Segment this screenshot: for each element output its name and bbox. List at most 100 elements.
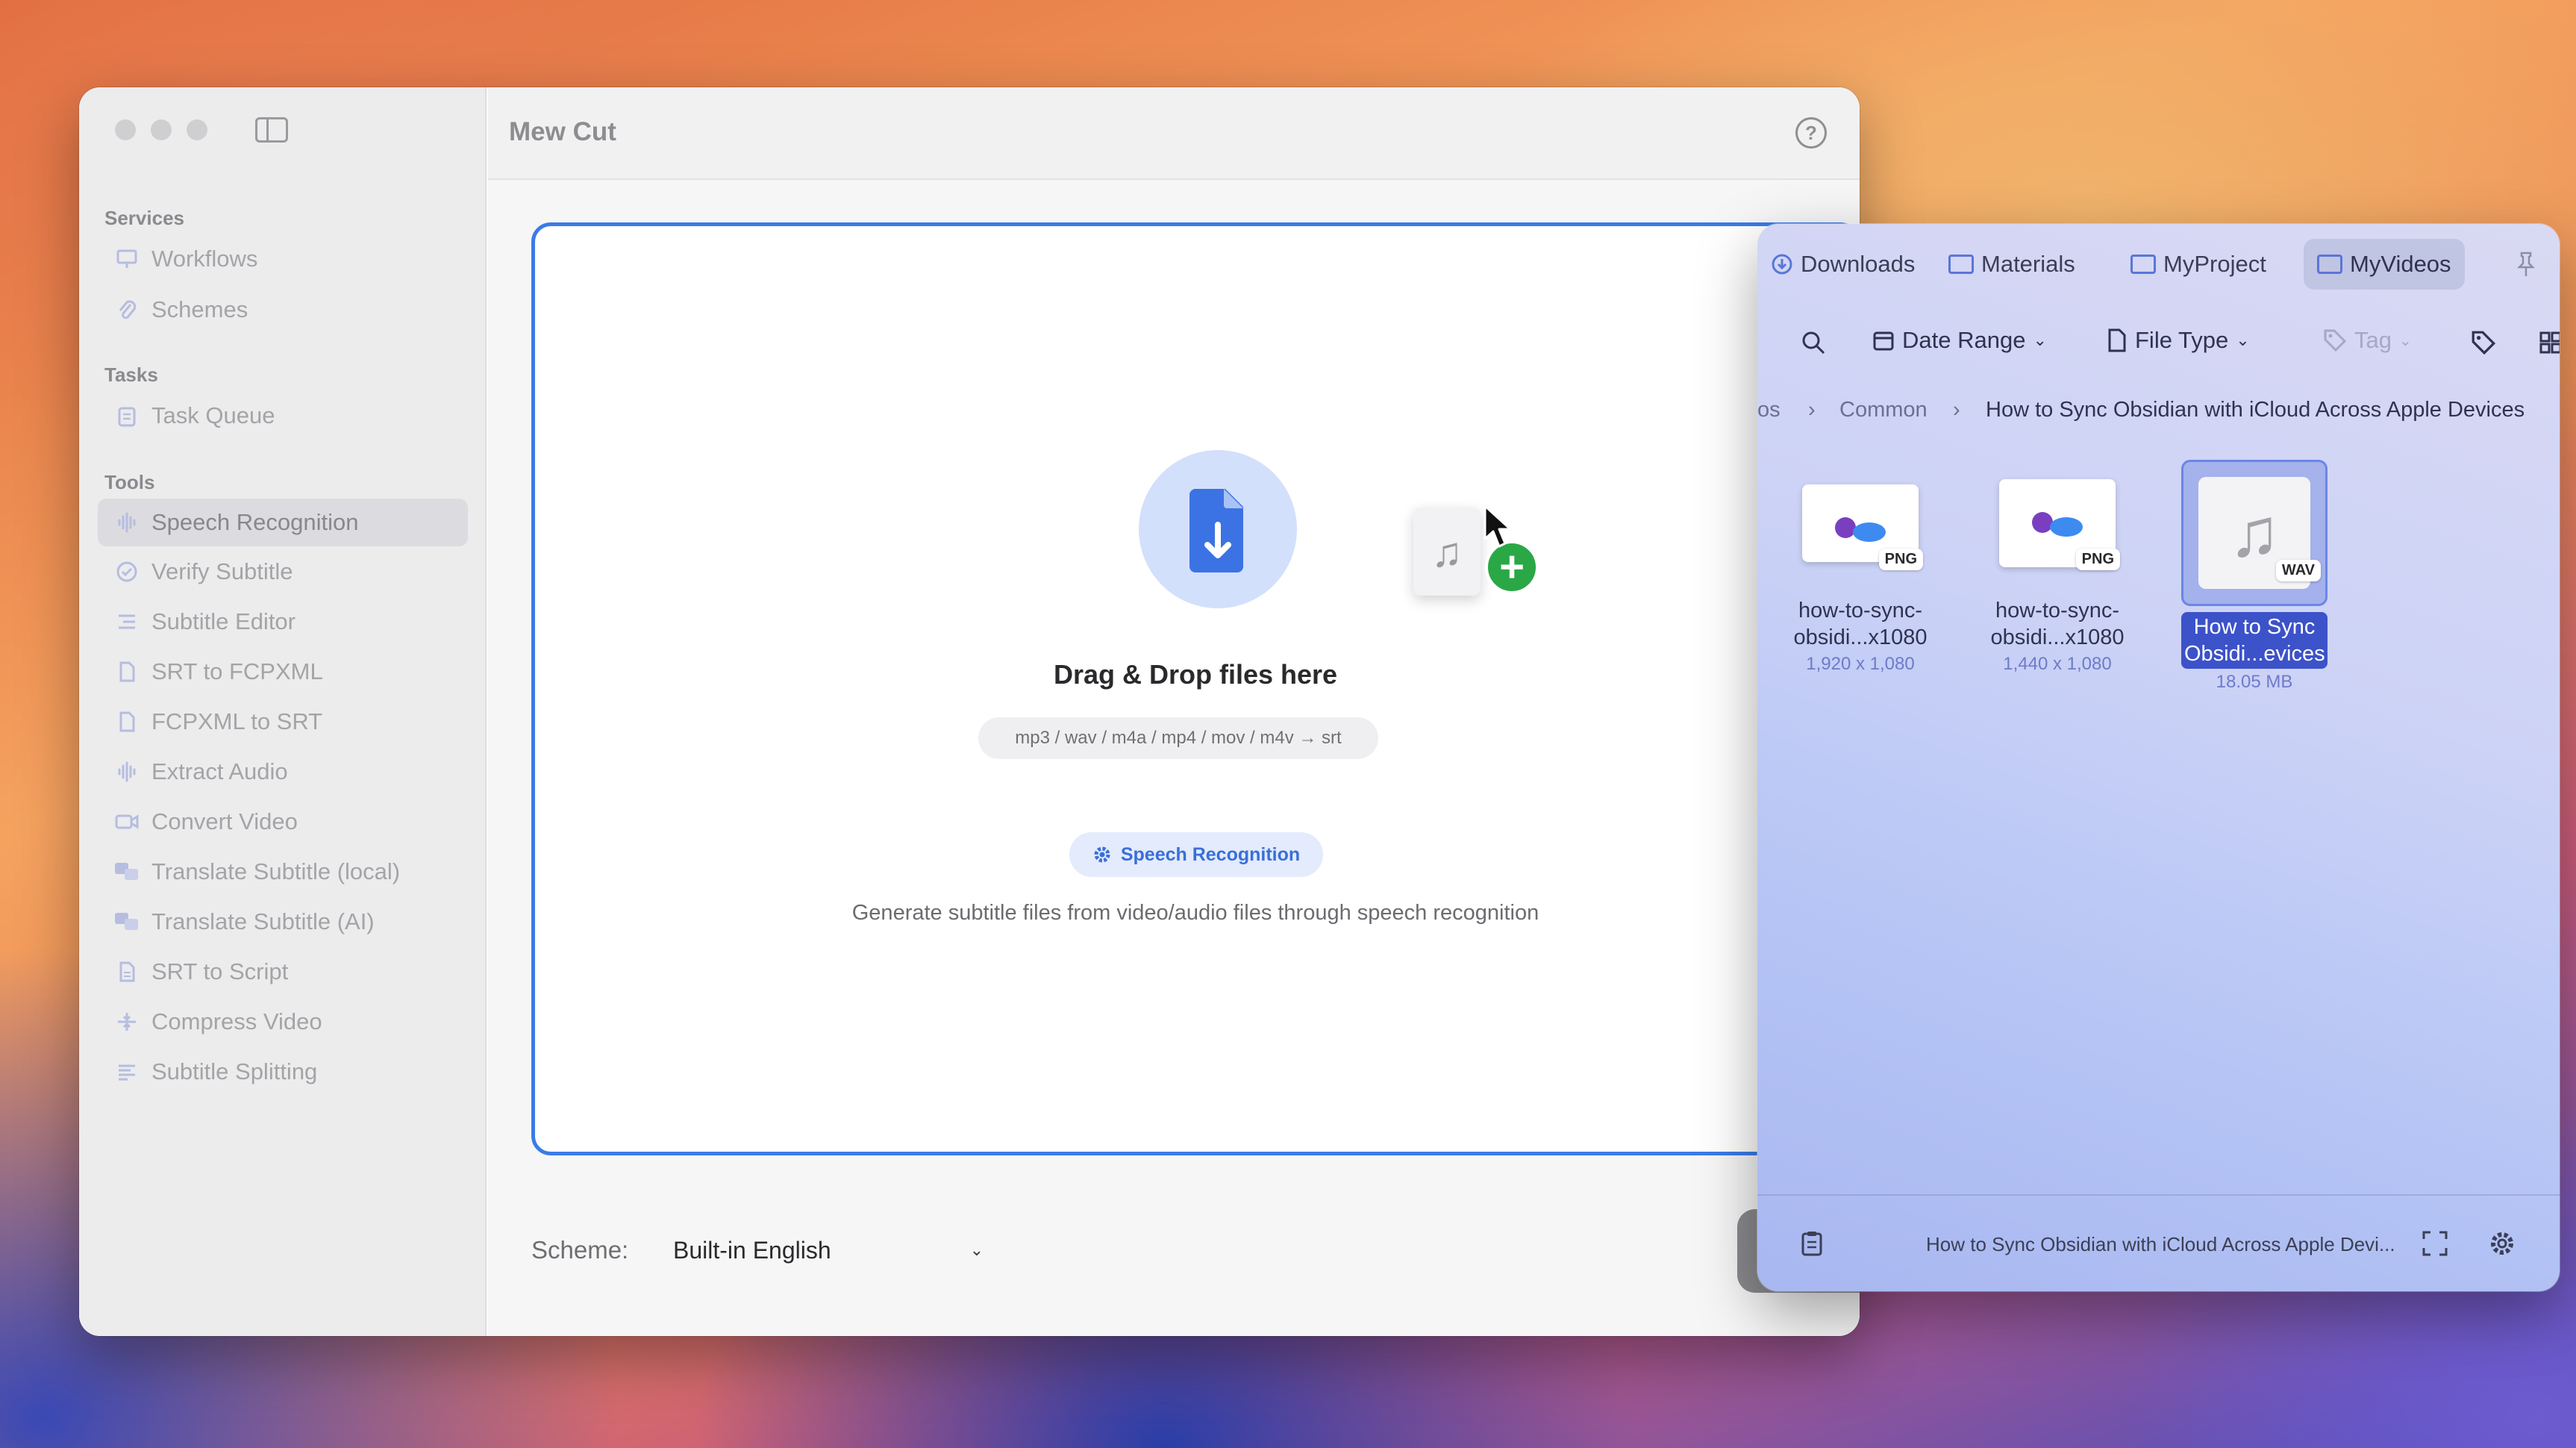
file-item[interactable]: PNG how-to-sync- obsidi...x1080 1,920 x …	[1786, 460, 1935, 675]
sidebar-item-label: SRT to Script	[151, 958, 289, 984]
file-meta: 1,440 x 1,080	[2003, 654, 2112, 674]
sidebar-item-label: Compress Video	[151, 1008, 322, 1034]
scheme-value: Built-in English	[673, 1236, 831, 1264]
file-type-label: File Type	[2135, 327, 2229, 353]
document-icon	[2108, 328, 2126, 352]
sidebar-item-label: Subtitle Editor	[151, 608, 296, 634]
dragged-audio-file-icon: ♫	[1413, 508, 1481, 596]
sidebar-item-workflows[interactable]: Workflows	[98, 235, 468, 283]
drop-title: Drag & Drop files here	[1053, 659, 1338, 690]
sidebar-item-compress-video[interactable]: Compress Video	[98, 998, 468, 1046]
sidebar-item-label: Speech Recognition	[151, 509, 359, 535]
sidebar-item-convert-video[interactable]: Convert Video	[98, 798, 468, 846]
sidebar: Services Workflows Schemes Tasks Task Qu…	[79, 87, 487, 1336]
doc-convert-icon	[114, 709, 140, 734]
supported-formats: mp3 / wav / m4a / mp4 / mov / m4v → srt	[978, 717, 1378, 759]
breadcrumb-current[interactable]: How to Sync Obsidian with iCloud Across …	[1986, 398, 2525, 422]
sidebar-item-label: FCPXML to SRT	[151, 708, 323, 734]
question-circle-icon[interactable]: ?	[1795, 117, 1827, 149]
window-controls	[115, 119, 207, 140]
tab-myproject[interactable]: MyProject	[2117, 239, 2280, 290]
tag-filter[interactable]: Tag ⌄	[2323, 327, 2412, 354]
sidebar-item-subtitle-splitting[interactable]: Subtitle Splitting	[98, 1048, 468, 1096]
tag-icon[interactable]	[2471, 330, 2496, 355]
app-window: Services Workflows Schemes Tasks Task Qu…	[79, 87, 1860, 1336]
sidebar-item-fcpxml-to-srt[interactable]: FCPXML to SRT	[98, 698, 468, 746]
scheme-select[interactable]: Built-in English ⌄	[664, 1226, 992, 1274]
breadcrumb-item[interactable]: Common	[1839, 398, 1928, 422]
sidebar-item-schemes[interactable]: Schemes	[98, 286, 468, 334]
mode-badge: Speech Recognition	[1069, 832, 1323, 877]
search-icon[interactable]	[1801, 330, 1826, 355]
tab-downloads[interactable]: Downloads	[1757, 239, 1928, 290]
calendar-icon	[1873, 331, 1894, 351]
folder-icon	[1948, 255, 1974, 274]
tab-myvideos[interactable]: MyVideos	[2304, 239, 2465, 290]
file-drop-zone[interactable]: Drag & Drop files here mp3 / wav / m4a /…	[531, 222, 1860, 1155]
sidebar-item-label: Workflows	[151, 246, 258, 272]
date-range-label: Date Range	[1902, 327, 2026, 353]
sidebar-item-srt-to-script[interactable]: SRT to Script	[98, 948, 468, 996]
file-thumbnail: ♫ WAV	[2181, 460, 2328, 606]
tab-label: MyProject	[2163, 251, 2266, 277]
fullscreen-icon[interactable]	[2422, 1230, 2448, 1257]
date-range-filter[interactable]: Date Range ⌄	[1872, 327, 2047, 354]
clipboard-icon	[114, 403, 140, 428]
file-meta: 1,920 x 1,080	[1806, 654, 1915, 674]
sidebar-item-label: Translate Subtitle (local)	[151, 858, 401, 884]
mode-badge-label: Speech Recognition	[1120, 843, 1301, 865]
close-window-button[interactable]	[115, 119, 136, 140]
paperclip-icon	[114, 297, 140, 322]
chevron-down-icon: ⌄	[2398, 332, 2412, 349]
tag-label: Tag	[2354, 327, 2392, 353]
selected-file-path: How to Sync Obsidian with iCloud Across …	[1926, 1233, 2395, 1255]
tab-label: Materials	[1981, 251, 2075, 277]
waveform-icon	[114, 510, 140, 535]
chevron-right-icon: ›	[1953, 398, 1960, 422]
panel-footer: How to Sync Obsidian with iCloud Across …	[1757, 1194, 2560, 1291]
grid-view-icon[interactable]	[2539, 331, 2560, 354]
mouse-cursor-icon	[1484, 505, 1512, 548]
translate-icon	[114, 909, 140, 934]
tab-label: Downloads	[1801, 251, 1916, 277]
sidebar-item-label: Convert Video	[151, 808, 298, 834]
clipboard-icon[interactable]	[1801, 1230, 1823, 1257]
sidebar-item-subtitle-editor[interactable]: Subtitle Editor	[98, 598, 468, 646]
tab-materials[interactable]: Materials	[1935, 239, 2089, 290]
file-name: How to Sync Obsidi...evices	[2181, 612, 2328, 669]
sidebar-item-label: Extract Audio	[151, 758, 288, 784]
sidebar-item-label: Verify Subtitle	[151, 558, 293, 584]
sidebar-toggle-icon[interactable]	[255, 117, 288, 143]
sidebar-item-translate-subtitle-ai[interactable]: Translate Subtitle (AI)	[98, 898, 468, 946]
section-title-services: Services	[104, 207, 184, 229]
file-item[interactable]: PNG how-to-sync- obsidi...x1080 1,440 x …	[1983, 460, 2132, 675]
drop-description: Generate subtitle files from video/audio…	[851, 901, 1539, 925]
zoom-window-button[interactable]	[187, 119, 207, 140]
main-content: Mew Cut ? Drag & Drop files here mp3 / w…	[488, 87, 1860, 1336]
minimize-window-button[interactable]	[151, 119, 172, 140]
file-item-selected[interactable]: ♫ WAV How to Sync Obsidi...evices 18.05 …	[2180, 460, 2329, 693]
breadcrumb-item[interactable]: os	[1757, 398, 1781, 422]
pin-icon[interactable]	[2515, 251, 2537, 278]
sidebar-item-speech-recognition[interactable]: Speech Recognition	[98, 499, 468, 546]
document-icon	[114, 959, 140, 984]
translate-icon	[114, 859, 140, 884]
sidebar-item-srt-to-fcpxml[interactable]: SRT to FCPXML	[98, 648, 468, 696]
section-title-tasks: Tasks	[104, 363, 158, 386]
workflow-icon	[114, 246, 140, 272]
file-type-filter[interactable]: File Type ⌄	[2107, 327, 2250, 354]
sidebar-item-extract-audio[interactable]: Extract Audio	[98, 748, 468, 796]
gear-icon[interactable]	[2489, 1230, 2516, 1257]
folder-icon	[2130, 255, 2156, 274]
file-thumbnail: PNG	[1793, 460, 1928, 587]
download-icon	[1772, 254, 1792, 275]
sidebar-item-task-queue[interactable]: Task Queue	[98, 392, 468, 440]
page-title: Mew Cut	[509, 117, 616, 146]
chevron-down-icon: ⌄	[2236, 331, 2250, 349]
sidebar-item-translate-subtitle-local[interactable]: Translate Subtitle (local)	[98, 848, 468, 896]
breadcrumb: os › Common › How to Sync Obsidian with …	[1757, 398, 2560, 428]
section-title-tools: Tools	[104, 471, 155, 493]
doc-convert-icon	[114, 659, 140, 684]
sidebar-item-label: Translate Subtitle (AI)	[151, 908, 375, 934]
sidebar-item-verify-subtitle[interactable]: Verify Subtitle	[98, 548, 468, 596]
